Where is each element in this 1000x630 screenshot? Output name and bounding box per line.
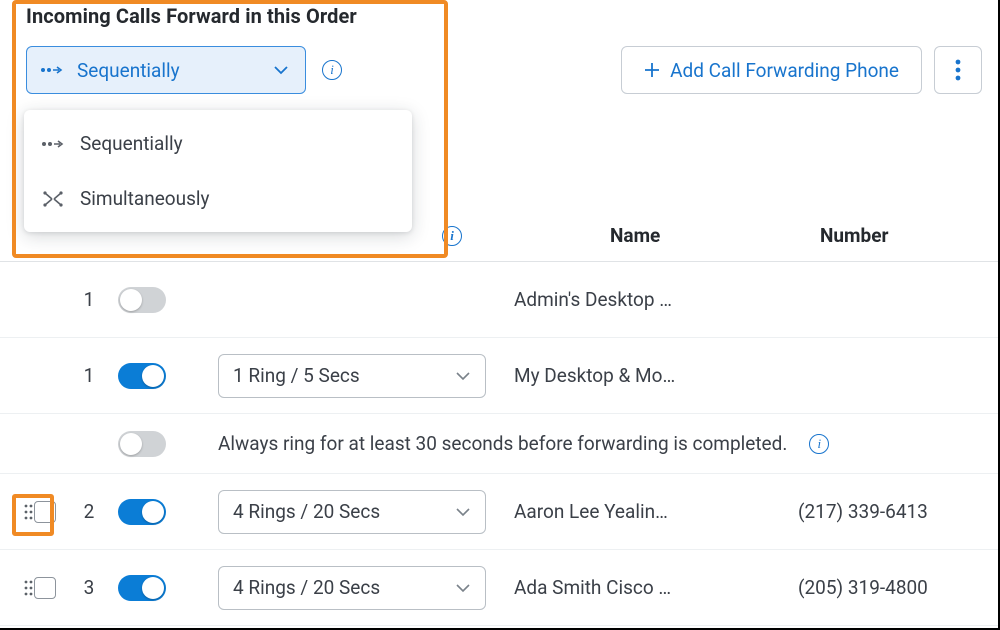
sequential-icon: [42, 138, 64, 150]
phone-number: (217) 339-6413: [798, 500, 998, 523]
row-order: 1: [60, 364, 118, 387]
sequential-icon: [41, 64, 63, 76]
forward-mode-menu: Sequentially Simultaneously: [24, 110, 412, 232]
drag-handle[interactable]: [0, 504, 30, 520]
info-icon[interactable]: i: [809, 434, 829, 454]
device-name: Aaron Lee Yealin…: [514, 500, 798, 523]
drag-handle[interactable]: [0, 580, 30, 596]
row-order: 3: [60, 576, 118, 599]
row-checkbox[interactable]: [34, 501, 56, 523]
device-name: My Desktop & Mo…: [514, 364, 798, 387]
forward-mode-dropdown[interactable]: Sequentially: [26, 46, 306, 94]
always-ring-toggle[interactable]: [118, 431, 166, 457]
chevron-down-icon: [455, 583, 471, 593]
plus-icon: [644, 62, 660, 78]
row-order: 1: [60, 288, 118, 311]
always-ring-row: Always ring for at least 30 seconds befo…: [0, 414, 998, 474]
forward-mode-selected: Sequentially: [77, 59, 180, 82]
add-call-forwarding-button[interactable]: Add Call Forwarding Phone: [621, 46, 922, 94]
table-row: 1 Admin's Desktop …: [0, 262, 998, 338]
device-name: Ada Smith Cisco …: [514, 576, 798, 599]
info-icon[interactable]: i: [442, 226, 462, 246]
ring-duration-value: 1 Ring / 5 Secs: [233, 364, 360, 387]
col-header-number: Number: [820, 224, 990, 247]
row-checkbox[interactable]: [34, 577, 56, 599]
menu-item-label: Sequentially: [80, 132, 183, 155]
device-name: Admin's Desktop …: [514, 288, 798, 311]
menu-item-simultaneously[interactable]: Simultaneously: [24, 171, 412, 226]
col-header-name: Name: [610, 224, 820, 247]
info-icon[interactable]: i: [322, 60, 342, 80]
active-toggle[interactable]: [118, 499, 166, 525]
ring-duration-value: 4 Rings / 20 Secs: [233, 500, 380, 523]
active-toggle[interactable]: [118, 287, 166, 313]
table-row: 3 4 Rings / 20 Secs Ada Smith Cisco …(205)…: [0, 550, 998, 626]
ring-duration-select[interactable]: 4 Rings / 20 Secs: [218, 490, 486, 534]
page-title: Incoming Calls Forward in this Order: [0, 0, 998, 28]
table-row: 1 1 Ring / 5 Secs My Desktop & Mo…: [0, 338, 998, 414]
more-actions-button[interactable]: [934, 46, 982, 94]
menu-item-label: Simultaneously: [80, 187, 210, 210]
chevron-down-icon: [455, 507, 471, 517]
row-order: 2: [60, 500, 118, 523]
phone-number: (205) 319-4800: [798, 576, 998, 599]
menu-item-sequentially[interactable]: Sequentially: [24, 116, 412, 171]
active-toggle[interactable]: [118, 363, 166, 389]
ring-duration-select[interactable]: 4 Rings / 20 Secs: [218, 566, 486, 610]
ring-duration-select[interactable]: 1 Ring / 5 Secs: [218, 354, 486, 398]
table-row: 2 4 Rings / 20 Secs Aaron Lee Yealin…(217)…: [0, 474, 998, 550]
kebab-icon: [955, 59, 961, 81]
add-button-label: Add Call Forwarding Phone: [670, 59, 899, 82]
ring-duration-value: 4 Rings / 20 Secs: [233, 576, 380, 599]
simultaneous-icon: [42, 191, 64, 207]
chevron-down-icon: [455, 371, 471, 381]
always-ring-text: Always ring for at least 30 seconds befo…: [218, 432, 787, 455]
active-toggle[interactable]: [118, 575, 166, 601]
chevron-down-icon: [273, 65, 289, 75]
